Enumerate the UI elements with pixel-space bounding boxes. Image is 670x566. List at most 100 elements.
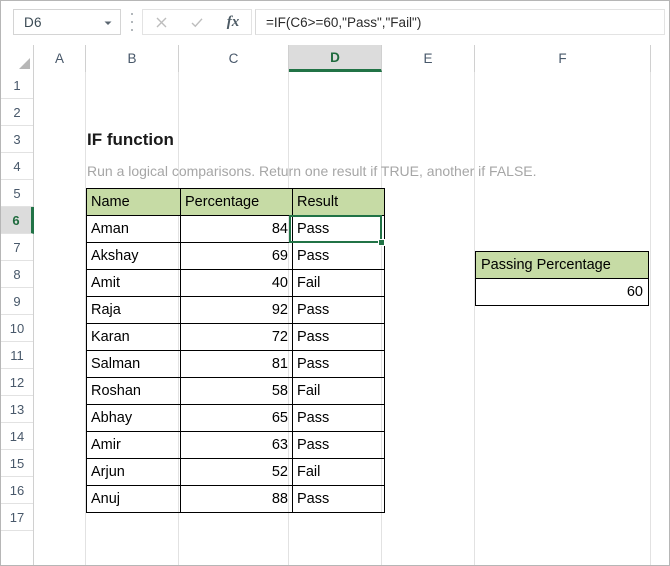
table-row[interactable]: Karan 72 Pass — [86, 323, 385, 351]
column-header-name: Name — [86, 188, 181, 216]
select-all-triangle-icon — [19, 58, 30, 69]
results-table[interactable]: Name Percentage Result Aman 84 Pass Aksh… — [86, 188, 385, 513]
table-row[interactable]: Aman 84 Pass — [86, 215, 385, 243]
select-all-corner[interactable] — [1, 45, 34, 72]
row-header-10[interactable]: 10 — [1, 315, 33, 342]
cell-name[interactable]: Amir — [86, 431, 181, 459]
table-row[interactable]: Amit 40 Fail — [86, 269, 385, 297]
formula-input[interactable]: =IF(C6>=60,"Pass","Fail") — [255, 9, 665, 35]
column-header-g[interactable] — [651, 45, 669, 72]
table-row[interactable]: Anuj 88 Pass — [86, 485, 385, 513]
gridline-fg — [650, 72, 651, 565]
row-header-2[interactable]: 2 — [1, 99, 33, 126]
passing-percentage-value-row[interactable]: 60 — [475, 278, 649, 306]
column-header-a[interactable]: A — [34, 45, 86, 72]
column-header-b[interactable]: B — [86, 45, 179, 72]
passing-percentage-label: Passing Percentage — [475, 251, 649, 279]
row-header-14[interactable]: 14 — [1, 423, 33, 450]
row-header-1[interactable]: 1 — [1, 72, 33, 99]
cell-percentage[interactable]: 40 — [180, 269, 293, 297]
row-header-7[interactable]: 7 — [1, 234, 33, 261]
row-header-17[interactable]: 17 — [1, 504, 33, 531]
row-header-11[interactable]: 11 — [1, 342, 33, 369]
table-row[interactable]: Amir 63 Pass — [86, 431, 385, 459]
column-header-f[interactable]: F — [475, 45, 651, 72]
row-header-16[interactable]: 16 — [1, 477, 33, 504]
cell-percentage[interactable]: 88 — [180, 485, 293, 513]
row-header-6[interactable]: 6 — [1, 207, 34, 234]
table-row[interactable]: Abhay 65 Pass — [86, 404, 385, 432]
excel-window: D6 fx =IF(C6>=60,"Pass","Fail") A B C D … — [0, 0, 670, 566]
cell-result[interactable]: Fail — [292, 269, 385, 297]
cell-percentage[interactable]: 69 — [180, 242, 293, 270]
table-header-row: Name Percentage Result — [86, 188, 385, 216]
cell-percentage[interactable]: 52 — [180, 458, 293, 486]
row-header-9[interactable]: 9 — [1, 288, 33, 315]
cell-result[interactable]: Pass — [292, 404, 385, 432]
cell-percentage[interactable]: 63 — [180, 431, 293, 459]
cell-name[interactable]: Roshan — [86, 377, 181, 405]
column-header-e[interactable]: E — [382, 45, 475, 72]
cell-result[interactable]: Fail — [292, 377, 385, 405]
table-row[interactable]: Akshay 69 Pass — [86, 242, 385, 270]
row-header-3[interactable]: 3 — [1, 126, 33, 153]
cell-result[interactable]: Pass — [292, 215, 385, 243]
name-box[interactable]: D6 — [13, 9, 121, 35]
cell-name[interactable]: Aman — [86, 215, 181, 243]
row-header-13[interactable]: 13 — [1, 396, 33, 423]
row-header-15[interactable]: 15 — [1, 450, 33, 477]
column-header-percentage: Percentage — [180, 188, 293, 216]
cell-percentage[interactable]: 65 — [180, 404, 293, 432]
cell-result[interactable]: Pass — [292, 242, 385, 270]
column-header-d[interactable]: D — [289, 45, 382, 72]
sheet-title: IF function — [87, 130, 174, 149]
passing-percentage-value[interactable]: 60 — [475, 278, 649, 306]
column-header-row: A B C D E F — [1, 45, 669, 72]
spreadsheet-grid: A B C D E F 1 2 3 4 5 6 7 8 9 10 11 12 1… — [1, 45, 669, 565]
cell-result[interactable]: Pass — [292, 485, 385, 513]
row-header-5[interactable]: 5 — [1, 180, 33, 207]
formula-bar: D6 fx =IF(C6>=60,"Pass","Fail") — [1, 1, 669, 45]
table-row[interactable]: Salman 81 Pass — [86, 350, 385, 378]
cell-name[interactable]: Salman — [86, 350, 181, 378]
table-row[interactable]: Arjun 52 Fail — [86, 458, 385, 486]
cell-result[interactable]: Pass — [292, 323, 385, 351]
row-header-4[interactable]: 4 — [1, 153, 33, 180]
cell-percentage[interactable]: 92 — [180, 296, 293, 324]
cell-percentage[interactable]: 84 — [180, 215, 293, 243]
fill-handle[interactable] — [378, 239, 385, 246]
row-header-column: 1 2 3 4 5 6 7 8 9 10 11 12 13 14 15 16 1… — [1, 72, 34, 565]
check-icon[interactable] — [179, 10, 215, 34]
cell-name[interactable]: Anuj — [86, 485, 181, 513]
cell-percentage[interactable]: 72 — [180, 323, 293, 351]
sheet-subtitle: Run a logical comparisons. Return one re… — [87, 163, 537, 179]
cell-name[interactable]: Amit — [86, 269, 181, 297]
table-row[interactable]: Roshan 58 Fail — [86, 377, 385, 405]
column-header-c[interactable]: C — [179, 45, 289, 72]
formula-action-buttons: fx — [142, 9, 252, 35]
cell-name[interactable]: Raja — [86, 296, 181, 324]
fx-icon-label: fx — [226, 13, 240, 30]
results-table-body: Aman 84 Pass Akshay 69 Pass Amit 40 Fail — [86, 215, 385, 513]
cell-name[interactable]: Akshay — [86, 242, 181, 270]
cell-result[interactable]: Pass — [292, 350, 385, 378]
row-header-8[interactable]: 8 — [1, 261, 33, 288]
chevron-down-icon[interactable] — [102, 16, 114, 28]
cell-result[interactable]: Pass — [292, 431, 385, 459]
cell-result[interactable]: Fail — [292, 458, 385, 486]
close-icon[interactable] — [143, 10, 179, 34]
cell-percentage[interactable]: 81 — [180, 350, 293, 378]
toolbar-separator-dots — [130, 13, 134, 31]
sheet-body[interactable]: IF function Run a logical comparisons. R… — [34, 72, 669, 565]
cell-name[interactable]: Arjun — [86, 458, 181, 486]
cell-percentage[interactable]: 58 — [180, 377, 293, 405]
cell-result[interactable]: Pass — [292, 296, 385, 324]
cell-name[interactable]: Karan — [86, 323, 181, 351]
row-header-12[interactable]: 12 — [1, 369, 33, 396]
gridline-ef — [474, 72, 475, 565]
fx-icon[interactable]: fx — [215, 10, 251, 34]
name-box-value: D6 — [24, 14, 42, 30]
cell-name[interactable]: Abhay — [86, 404, 181, 432]
passing-percentage-box[interactable]: Passing Percentage 60 — [475, 251, 649, 306]
table-row[interactable]: Raja 92 Pass — [86, 296, 385, 324]
